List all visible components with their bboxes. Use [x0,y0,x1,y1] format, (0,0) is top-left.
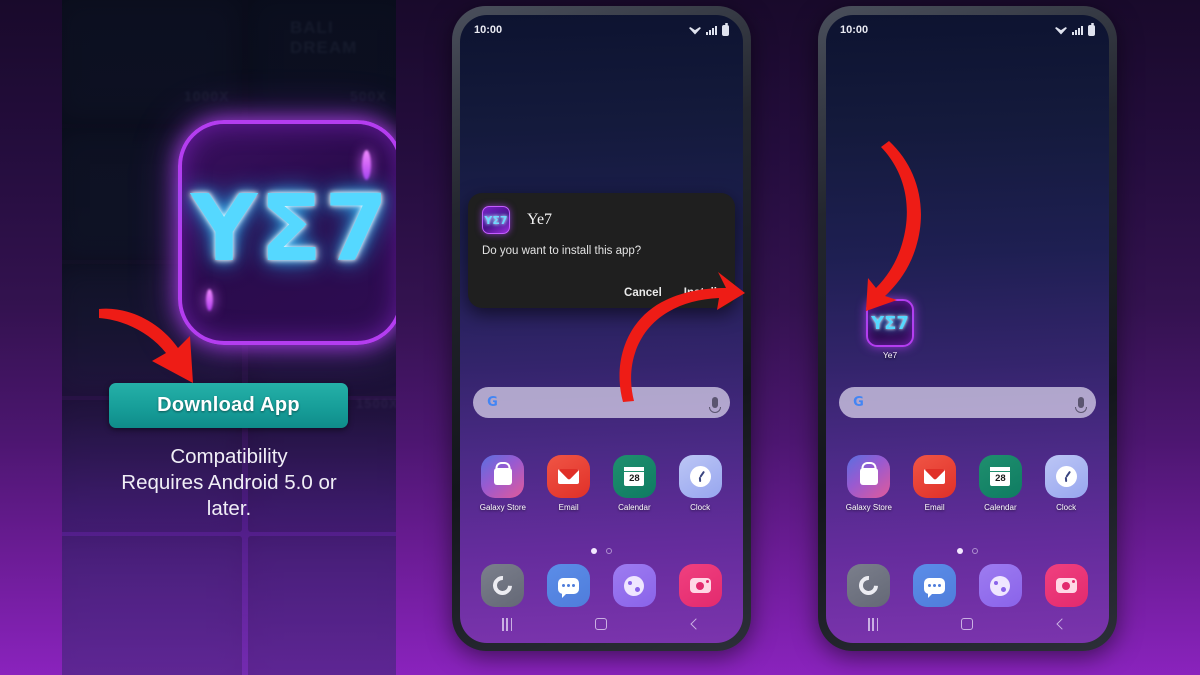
app-calendar[interactable]: 28 Calendar [970,455,1030,513]
installed-app-ye7[interactable]: YΣ7 Ye7 [862,299,918,360]
status-bar: 10:00 [826,15,1109,45]
wifi-icon [1055,26,1067,35]
dock [836,564,1099,607]
microphone-icon[interactable] [712,397,718,408]
page-dot[interactable] [972,548,978,554]
dialog-message: Do you want to install this app? [482,245,642,257]
app-label: Clock [690,503,711,512]
status-time: 10:00 [840,24,869,36]
phone-mockup-installed: 10:00 YΣ7 Ye7 G Galaxy Store Email 28 Ca… [818,6,1117,651]
phone-mockup-install-dialog: 10:00 YΣ7 Ye7 Do you want to install thi… [452,6,751,651]
app-galaxy-store[interactable]: Galaxy Store [473,455,533,513]
microphone-icon[interactable] [1078,397,1084,408]
dock [470,564,733,607]
app-label: Email [924,503,945,512]
cancel-button[interactable]: Cancel [624,287,662,299]
galaxy-store-icon [847,455,891,498]
contacts-icon[interactable] [612,564,656,607]
app-label: Calendar [618,503,651,512]
download-app-button[interactable]: Download App [109,383,348,428]
signal-icon [1072,25,1083,35]
status-time: 10:00 [474,24,503,36]
calendar-day: 28 [990,467,1011,486]
navigation-bar [826,611,1109,637]
battery-icon [1088,22,1095,36]
navigation-bar [460,611,743,637]
app-logo: YΣ7 [178,120,396,345]
app-grid: Galaxy Store Email 28 Calendar Clock [836,455,1099,513]
app-label: Calendar [984,503,1017,512]
galaxy-store-icon [481,455,525,498]
app-email[interactable]: Email [905,455,965,513]
phone-icon[interactable] [481,564,525,607]
dialog-app-icon: YΣ7 [482,206,510,234]
page-dot-active[interactable] [957,548,963,554]
app-email[interactable]: Email [539,455,599,513]
app-clock[interactable]: Clock [670,455,730,513]
page-indicator [826,548,1109,554]
page-indicator [460,548,743,554]
app-label: Clock [1056,503,1077,512]
phone-screen: 10:00 YΣ7 Ye7 Do you want to install thi… [460,15,743,643]
contacts-icon[interactable] [978,564,1022,607]
google-search-bar[interactable]: G [839,387,1096,418]
camera-icon[interactable] [678,564,722,607]
camera-icon[interactable] [1044,564,1088,607]
signal-icon [706,25,717,35]
ye7-app-icon: YΣ7 [866,299,914,347]
app-store-panel: BALI DREAM 1000X 500X 300X LIVE 1500X YΣ… [62,0,396,675]
recents-icon[interactable] [853,614,893,634]
google-search-bar[interactable]: G [473,387,730,418]
dialog-title: Ye7 [527,211,553,228]
app-label: Galaxy Store [479,503,526,512]
recents-icon[interactable] [487,614,527,634]
calendar-icon: 28 [978,455,1022,498]
app-calendar[interactable]: 28 Calendar [604,455,664,513]
home-icon[interactable] [947,614,987,634]
calendar-icon: 28 [612,455,656,498]
compatibility-note: Compatibility Requires Android 5.0 or la… [62,444,396,522]
app-logo-text: YΣ7 [190,175,391,282]
installed-app-label: Ye7 [882,350,898,360]
clock-icon [678,455,722,498]
messages-icon[interactable] [913,564,957,607]
clock-icon [1044,455,1088,498]
compatibility-line-2: later. [206,497,252,520]
compatibility-title: Compatibility [170,445,288,468]
phone-icon[interactable] [847,564,891,607]
battery-icon [722,22,729,36]
install-dialog: YΣ7 Ye7 Do you want to install this app?… [468,193,735,308]
app-clock[interactable]: Clock [1036,455,1096,513]
app-grid: Galaxy Store Email 28 Calendar Clock [470,455,733,513]
home-icon[interactable] [581,614,621,634]
install-button[interactable]: Install [684,287,717,299]
email-icon [913,455,957,498]
app-label: Galaxy Store [845,503,892,512]
messages-icon[interactable] [547,564,591,607]
calendar-day: 28 [624,467,645,486]
page-dot-active[interactable] [591,548,597,554]
compatibility-line-1: Requires Android 5.0 or [121,471,337,494]
google-logo-icon: G [853,395,864,410]
app-label: Email [558,503,579,512]
wifi-icon [689,26,701,35]
back-icon[interactable] [1042,614,1082,634]
status-bar: 10:00 [460,15,743,45]
app-galaxy-store[interactable]: Galaxy Store [839,455,899,513]
email-icon [547,455,591,498]
google-logo-icon: G [487,395,498,410]
page-dot[interactable] [606,548,612,554]
phone-screen: 10:00 YΣ7 Ye7 G Galaxy Store Email 28 Ca… [826,15,1109,643]
back-icon[interactable] [676,614,716,634]
